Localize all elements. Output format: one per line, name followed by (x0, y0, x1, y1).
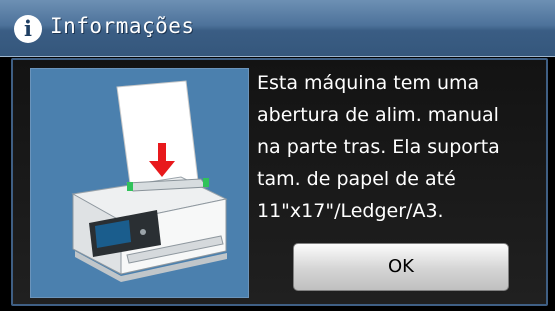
message-text: Esta máquina tem uma abertura de alim. m… (257, 72, 500, 222)
dialog-title: Informações (50, 14, 195, 38)
information-dialog: i Informações Esta máquina tem uma abert… (0, 0, 555, 311)
dialog-body: Esta máquina tem uma abertura de alim. m… (11, 58, 548, 306)
ok-button[interactable]: OK (293, 243, 509, 291)
printer-illustration (30, 68, 249, 298)
title-bar: i Informações (0, 0, 555, 57)
printer-manual-feed-icon (71, 80, 228, 282)
info-icon: i (14, 15, 42, 43)
